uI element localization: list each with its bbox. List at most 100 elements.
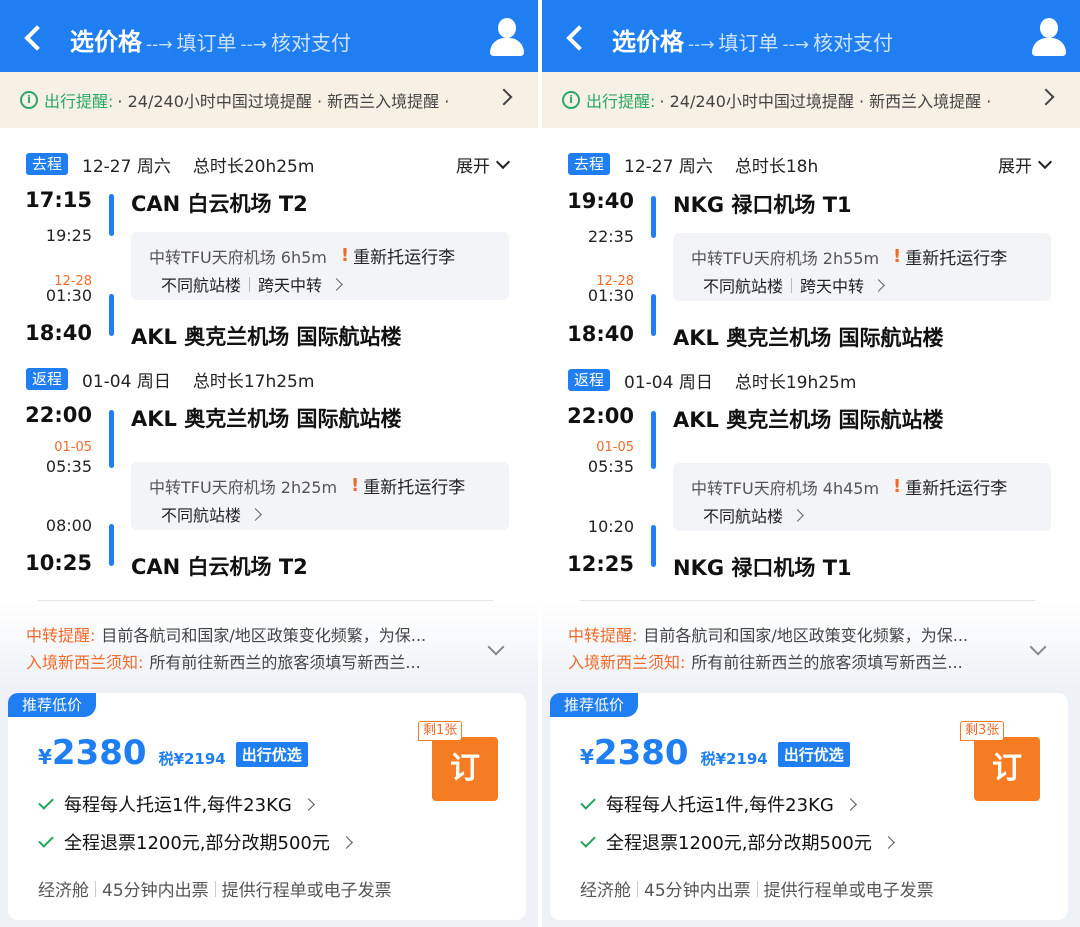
outbound-date: 12-27 周六 <box>624 156 713 177</box>
nz-entry-notice: 入境新西兰须知: 所有前往新西兰的旅客须填写新西兰... <box>26 649 421 673</box>
transfer-tag: 不同航站楼 <box>703 507 784 526</box>
return-departure-airport: AKL 奥克兰机场 国际航站楼 <box>673 408 944 432</box>
segment-bar <box>109 194 114 236</box>
invoice-info: 提供行程单或电子发票 <box>763 881 934 901</box>
departure-time: 17:15 <box>25 188 92 212</box>
chevron-right-icon[interactable] <box>495 88 513 106</box>
chevron-down-icon <box>1037 154 1053 169</box>
transfer-text: 中转TFU天府机场 6h5m <box>149 247 327 267</box>
currency-symbol: ¥ <box>580 745 594 769</box>
nz-entry-notice: 入境新西兰须知: 所有前往新西兰的旅客须填写新西兰... <box>568 649 963 673</box>
warning-icon: ! <box>893 246 902 267</box>
offer-footer: 经济舱 45分钟内出票 提供行程单或电子发票 <box>38 876 392 901</box>
step-arrow-icon: --→ <box>146 35 173 55</box>
leg2-departure-time: 08:00 <box>45 516 92 535</box>
step-arrow-icon: --→ <box>688 35 715 55</box>
recommended-tag: 推荐低价 <box>8 693 97 717</box>
chevron-right-icon <box>301 797 315 811</box>
next-day-date: 01-05 <box>596 440 634 455</box>
segment-bar <box>109 410 114 468</box>
price-offer-card[interactable]: 推荐低价 ¥ 2380 税¥2194 出行优选 订 剩1张 每程每人托运1件,每… <box>8 693 526 920</box>
notice-body: 所有前往新西兰的旅客须填写新西兰... <box>691 653 963 672</box>
transfer-info[interactable]: 中转TFU天府机场 2h25m ! 重新托运行李 不同航站楼 <box>131 462 509 530</box>
return-header: 返程 01-04 周日 总时长17h25m <box>26 367 314 392</box>
user-icon[interactable] <box>1030 18 1068 58</box>
chevron-right-icon <box>330 277 343 291</box>
remaining-seats-badge: 剩3张 <box>960 721 1005 741</box>
cabin-class: 经济舱 <box>580 881 631 901</box>
outbound-header: 去程 12-27 周六 总时长20h25m <box>26 152 314 177</box>
segment-bar <box>651 294 656 336</box>
transfer-tag: 不同航站楼 <box>161 506 242 525</box>
refund-policy[interactable]: 全程退票1200元,部分改期500元 <box>580 829 895 855</box>
book-button-wrap: 订 剩3张 <box>960 721 1040 803</box>
segment-bar <box>109 524 114 566</box>
chevron-right-icon <box>249 507 262 521</box>
notice-title: 中转提醒: <box>26 626 96 645</box>
chevron-down-icon[interactable] <box>1029 638 1047 656</box>
travel-reminder-bar[interactable]: i 出行提醒: · 24/240小时中国过境提醒 · 新西兰入境提醒 · <box>0 72 538 128</box>
baggage-policy[interactable]: 每程每人托运1件,每件23KG <box>38 791 315 817</box>
step-arrow-icon: --→ <box>782 35 810 55</box>
transfer-info[interactable]: 中转TFU天府机场 6h5m ! 重新托运行李 不同航站楼 跨天中转 <box>131 232 509 300</box>
return-arrival-time: 10:25 <box>25 551 92 575</box>
divider <box>580 600 1035 601</box>
expand-button[interactable]: 展开 <box>456 152 511 177</box>
divider <box>38 600 493 601</box>
back-arrow-icon[interactable] <box>566 25 592 51</box>
book-button[interactable]: 订 <box>432 737 498 801</box>
return-date: 01-04 周日 <box>624 372 713 393</box>
user-icon[interactable] <box>488 18 526 58</box>
ticket-time: 45分钟内出票 <box>644 881 751 901</box>
refund-policy[interactable]: 全程退票1200元,部分改期500元 <box>38 829 353 855</box>
price-offer-card[interactable]: 推荐低价 ¥ 2380 税¥2194 出行优选 订 剩3张 每程每人托运1件,每… <box>550 693 1068 920</box>
return-arrival-time: 12:25 <box>567 552 634 576</box>
transfer-info[interactable]: 中转TFU天府机场 2h55m ! 重新托运行李 不同航站楼 跨天中转 <box>673 233 1051 301</box>
chevron-right-icon <box>791 508 804 522</box>
preferred-badge: 出行优选 <box>235 742 308 767</box>
notices-section[interactable]: 中转提醒: 目前各航司和国家/地区政策变化频繁，为保... 入境新西兰须知: 所有前… <box>542 603 1080 693</box>
return-header: 返程 01-04 周日 总时长19h25m <box>568 368 856 393</box>
expand-label: 展开 <box>998 157 1032 177</box>
recheck-baggage: 重新托运行李 <box>905 249 1008 269</box>
recommended-tag: 推荐低价 <box>550 693 639 717</box>
expand-button[interactable]: 展开 <box>998 152 1053 177</box>
segment-bar <box>651 411 656 469</box>
tax: 税¥2194 <box>158 750 226 768</box>
outbound-date: 12-27 周六 <box>82 156 171 177</box>
recheck-baggage: 重新托运行李 <box>353 248 456 268</box>
notices-section[interactable]: 中转提醒: 目前各航司和国家/地区政策变化频繁，为保... 入境新西兰须知: 所有前… <box>0 603 538 693</box>
chevron-down-icon[interactable] <box>487 638 505 656</box>
transfer-info[interactable]: 中转TFU天府机场 4h45m ! 重新托运行李 不同航站楼 <box>673 463 1051 531</box>
itinerary-card: 去程 12-27 周六 总时长18h 展开 19:40 NKG 禄口机场 T1 … <box>542 128 1080 603</box>
return-tag: 返程 <box>568 369 611 391</box>
book-button[interactable]: 订 <box>974 737 1040 801</box>
leg2-departure-time: 01:30 <box>45 286 92 305</box>
return-tag: 返程 <box>26 368 69 390</box>
step-fill-order: 填订单 <box>718 31 779 55</box>
info-icon: i <box>562 91 580 109</box>
price-row: ¥ 2380 税¥2194 出行优选 <box>580 733 850 773</box>
chevron-down-icon <box>495 154 511 169</box>
step-indicator: 选价格 --→ 填订单 --→ 核对支付 <box>612 22 893 56</box>
travel-reminder-bar[interactable]: i 出行提醒: · 24/240小时中国过境提醒 · 新西兰入境提醒 · <box>542 72 1080 128</box>
chevron-right-icon[interactable] <box>1037 88 1055 106</box>
transfer-tag: 不同航站楼 <box>703 277 784 296</box>
return-departure-time: 22:00 <box>567 404 634 428</box>
departure-time: 19:40 <box>567 189 634 213</box>
price: 2380 <box>593 733 689 773</box>
chevron-right-icon <box>882 835 895 849</box>
remaining-seats-badge: 剩1张 <box>418 721 463 741</box>
back-arrow-icon[interactable] <box>24 25 50 51</box>
refund-policy-text: 全程退票1200元,部分改期500元 <box>606 833 872 854</box>
leg1-arrival-time: 05:35 <box>45 457 92 476</box>
leg1-arrival-time: 19:25 <box>45 226 92 245</box>
reminder-title: 出行提醒: <box>44 92 114 111</box>
baggage-policy[interactable]: 每程每人托运1件,每件23KG <box>580 791 857 817</box>
check-icon <box>580 832 596 848</box>
flight-panel-nkg: 选价格 --→ 填订单 --→ 核对支付 i 出行提醒: · 24/240小时中… <box>542 0 1080 927</box>
step-fill-order: 填订单 <box>176 31 237 55</box>
return-arrival-airport: NKG 禄口机场 T1 <box>673 556 852 580</box>
tax: 税¥2194 <box>700 750 768 768</box>
price: 2380 <box>51 733 147 773</box>
